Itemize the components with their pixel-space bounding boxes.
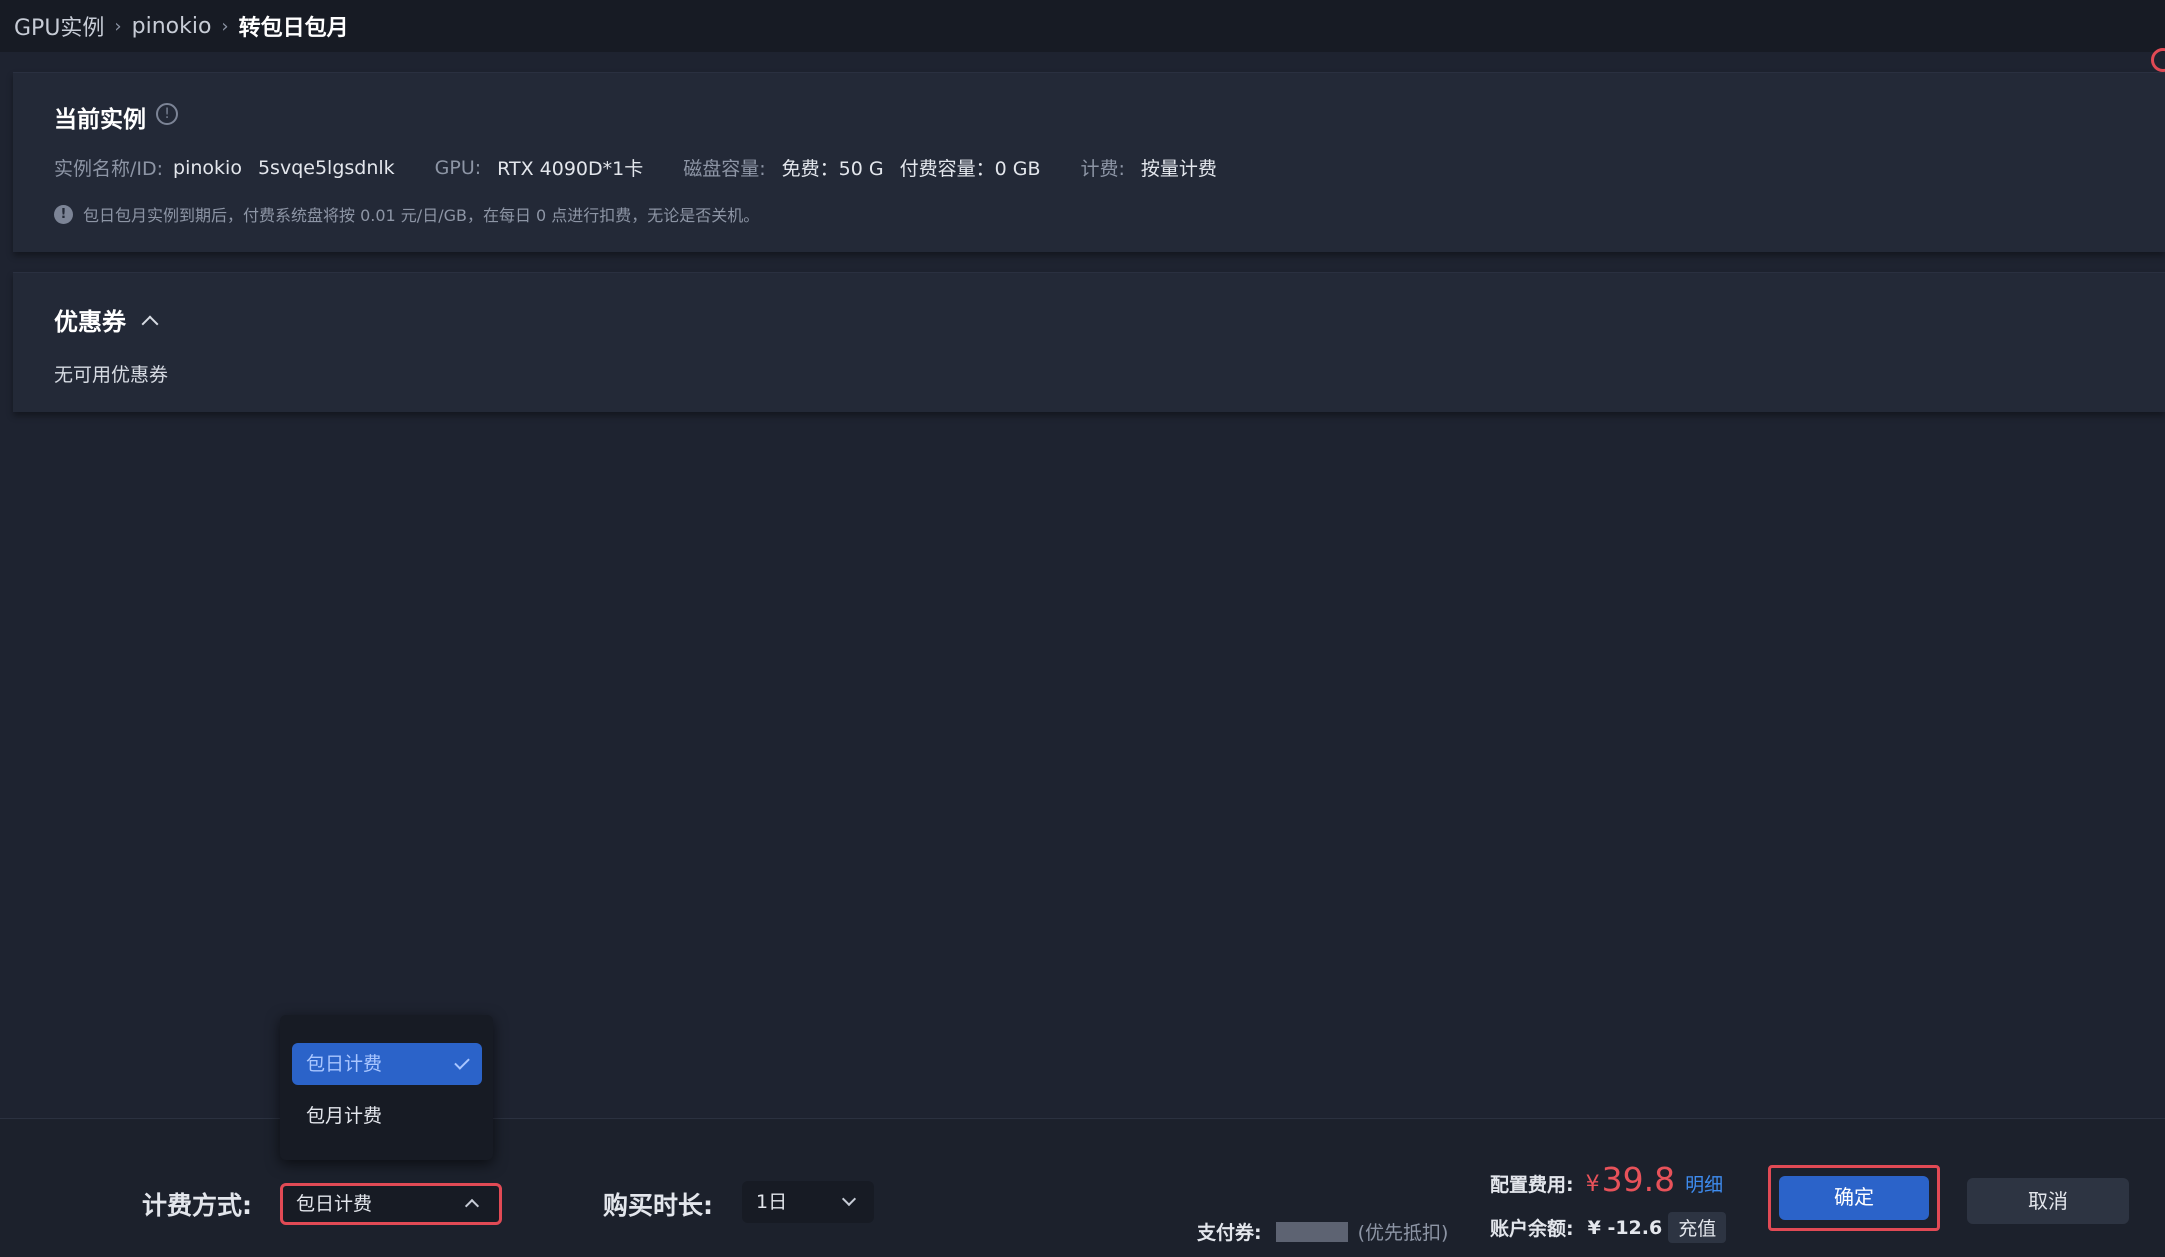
coupon-header[interactable]: 优惠券 [54,302,159,337]
dropdown-option-label: 包日计费 [306,1053,383,1075]
billing-dropdown-menu: 包日计费 包月计费 [280,1015,493,1160]
billing-method-select[interactable]: 包日计费 [280,1183,502,1225]
info-icon[interactable]: ! [156,103,178,125]
cost-amount: 39.8 [1601,1160,1676,1199]
billing-value: 按量计费 [1140,158,1217,180]
recharge-button[interactable]: 充值 [1668,1212,1727,1243]
instance-name-value: pinokio [173,156,242,179]
disk-paid-value: 付费容量：0 GB [899,158,1041,180]
instance-info-row: 实例名称/ID: pinokio 5svqe5lgsdnlk GPU: RTX … [54,154,1217,181]
dropdown-option-daily[interactable]: 包日计费 [292,1043,482,1085]
alert-icon: ! [54,204,73,224]
disk-free-value: 免费：50 G [781,158,884,180]
breadcrumb: GPU实例 › pinokio › 转包日包月 [0,0,2165,72]
check-icon [454,1054,470,1070]
cost-detail-link[interactable]: 明细 [1685,1170,1723,1197]
disk-label: 磁盘容量: [683,158,766,180]
coupon-card [13,272,2165,412]
chevron-right-icon: › [221,15,229,37]
voucher-row: 支付券: (优先抵扣) [1197,1218,1448,1245]
notice: ! 包日包月实例到期后，付费系统盘将按 0.01 元/日/GB，在每日 0 点进… [54,202,759,226]
dropdown-option-monthly[interactable]: 包月计费 [292,1095,482,1137]
chevron-up-icon [464,1198,480,1214]
gpu-label: GPU: [434,156,482,179]
balance-row: 账户余额: ¥ -12.6 充值 [1490,1212,1727,1243]
coupon-title: 优惠券 [54,308,126,336]
confirm-highlight: 确定 [1768,1165,1940,1231]
page: GPU实例 › pinokio › 转包日包月 当前实例 ! 实例名称/ID: … [0,0,2165,1257]
coupon-empty-text: 无可用优惠券 [54,364,169,386]
cost-currency: ¥ [1585,1172,1600,1197]
breadcrumb-item-current: 转包日包月 [238,16,349,41]
billing-method-label: 计费方式: [142,1191,252,1220]
cost-row: 配置费用: ¥ 39.8 明细 [1490,1160,1723,1199]
duration-select[interactable]: 1日 [742,1181,874,1223]
confirm-button[interactable]: 确定 [1779,1176,1929,1220]
dropdown-option-label: 包月计费 [306,1105,383,1127]
balance-label: 账户余额: [1490,1218,1574,1240]
gpu-value: RTX 4090D*1卡 [497,158,644,180]
chevron-right-icon: › [114,15,122,37]
cancel-button[interactable]: 取消 [1967,1178,2129,1224]
cost-label: 配置费用: [1490,1174,1574,1196]
billing-label: 计费: [1080,158,1125,180]
current-instance-title: 当前实例 [54,107,146,133]
voucher-hint: (优先抵扣) [1357,1222,1449,1244]
balance-value: ¥ -12.6 [1587,1216,1663,1239]
duration-label: 购买时长: [603,1191,713,1220]
billing-method-value: 包日计费 [296,1193,373,1215]
chevron-down-icon [841,1191,857,1207]
notice-text: 包日包月实例到期后，付费系统盘将按 0.01 元/日/GB，在每日 0 点进行扣… [83,206,760,225]
instance-name-label: 实例名称/ID: [54,158,164,180]
breadcrumb-item-gpu-instances[interactable]: GPU实例 [14,10,104,42]
voucher-value-masked [1275,1221,1348,1242]
avatar[interactable] [2151,48,2165,72]
voucher-label: 支付券: [1197,1222,1262,1244]
breadcrumb-item-instance[interactable]: pinokio [132,14,212,39]
chevron-up-icon[interactable] [141,315,159,332]
instance-id-value: 5svqe5lgsdnlk [257,156,395,179]
duration-value: 1日 [756,1191,788,1213]
